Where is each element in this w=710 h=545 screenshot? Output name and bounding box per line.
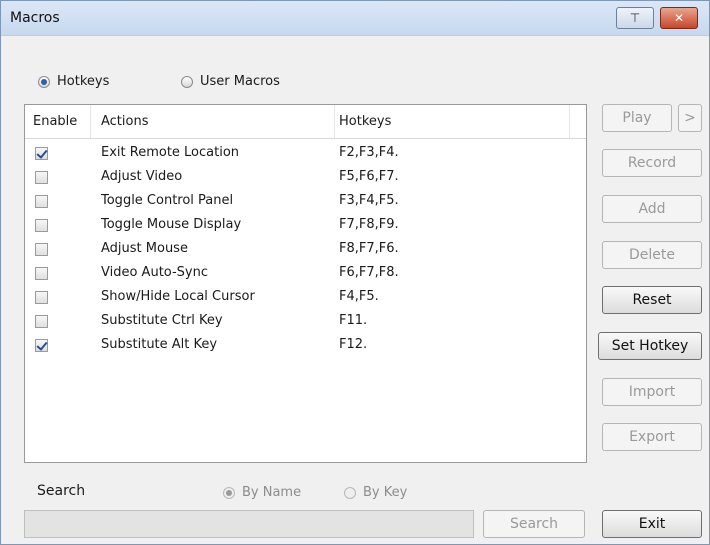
play-more-icon: > bbox=[684, 110, 696, 126]
table-row[interactable]: Adjust Mouse F8,F7,F6. bbox=[25, 239, 586, 263]
title-bar: Macros ⊤ ✕ bbox=[1, 1, 709, 36]
column-header-filler bbox=[570, 105, 586, 138]
action-name: Substitute Alt Key bbox=[101, 337, 218, 352]
hotkey-value: F5,F6,F7. bbox=[339, 169, 399, 184]
set-hotkey-button-label: Set Hotkey bbox=[611, 338, 689, 354]
action-name: Video Auto-Sync bbox=[101, 265, 209, 280]
macro-list: Enable Actions Hotkeys Exit Remote Locat… bbox=[24, 104, 587, 463]
export-button-label: Export bbox=[629, 429, 675, 445]
enable-checkbox[interactable] bbox=[35, 219, 48, 232]
import-button[interactable]: Import bbox=[602, 378, 702, 406]
hotkey-value: F4,F5. bbox=[339, 289, 379, 304]
user-macros-radio-dot[interactable] bbox=[181, 75, 193, 88]
action-name: Substitute Ctrl Key bbox=[101, 313, 223, 328]
hotkey-value: F7,F8,F9. bbox=[339, 217, 399, 232]
table-row[interactable]: Toggle Control Panel F3,F4,F5. bbox=[25, 191, 586, 215]
by-name-radio[interactable]: By Name bbox=[223, 485, 301, 500]
pin-button[interactable]: ⊤ bbox=[616, 7, 654, 29]
play-more-button[interactable]: > bbox=[678, 104, 702, 132]
enable-checkbox[interactable] bbox=[35, 267, 48, 280]
close-icon: ✕ bbox=[673, 11, 685, 25]
hotkey-value: F3,F4,F5. bbox=[339, 193, 399, 208]
import-button-label: Import bbox=[628, 384, 676, 400]
user-macros-radio-label: User Macros bbox=[200, 74, 280, 89]
column-header-actions[interactable]: Actions bbox=[91, 105, 335, 138]
hotkeys-radio-dot[interactable] bbox=[38, 75, 50, 88]
hotkey-value: F11. bbox=[339, 313, 368, 328]
set-hotkey-button[interactable]: Set Hotkey bbox=[598, 332, 702, 360]
column-header-actions-label: Actions bbox=[101, 114, 149, 129]
table-row[interactable]: Exit Remote Location F2,F3,F4. bbox=[25, 143, 586, 167]
delete-button-label: Delete bbox=[629, 247, 675, 263]
action-name: Adjust Video bbox=[101, 169, 183, 184]
reset-button-label: Reset bbox=[632, 292, 672, 308]
by-key-radio[interactable]: By Key bbox=[344, 485, 407, 500]
export-button[interactable]: Export bbox=[602, 423, 702, 451]
hotkey-value: F6,F7,F8. bbox=[339, 265, 399, 280]
column-header-hotkeys-label: Hotkeys bbox=[339, 114, 392, 129]
column-header-enable-label: Enable bbox=[33, 114, 78, 129]
search-button-label: Search bbox=[509, 516, 559, 532]
pin-icon: ⊤ bbox=[629, 11, 641, 25]
close-button[interactable]: ✕ bbox=[660, 7, 698, 29]
table-row[interactable]: Show/Hide Local Cursor F4,F5. bbox=[25, 287, 586, 311]
by-key-radio-dot[interactable] bbox=[344, 486, 356, 499]
enable-checkbox[interactable] bbox=[35, 315, 48, 328]
add-button-label: Add bbox=[638, 201, 666, 217]
enable-checkbox[interactable] bbox=[35, 339, 48, 352]
macros-window: Macros ⊤ ✕ Hotkeys User Macros Enable Ac… bbox=[0, 0, 710, 545]
record-button-label: Record bbox=[627, 155, 677, 171]
add-button[interactable]: Add bbox=[602, 195, 702, 223]
action-name: Adjust Mouse bbox=[101, 241, 188, 256]
hotkeys-radio[interactable]: Hotkeys bbox=[38, 74, 109, 89]
user-macros-radio[interactable]: User Macros bbox=[181, 74, 280, 89]
search-input[interactable] bbox=[24, 510, 474, 538]
search-label: Search bbox=[37, 483, 86, 499]
action-name: Toggle Mouse Display bbox=[101, 217, 242, 232]
table-row[interactable]: Video Auto-Sync F6,F7,F8. bbox=[25, 263, 586, 287]
column-header-hotkeys[interactable]: Hotkeys bbox=[335, 105, 570, 138]
play-button[interactable]: Play bbox=[602, 104, 672, 132]
hotkeys-radio-label: Hotkeys bbox=[57, 74, 110, 89]
hotkey-value: F8,F7,F6. bbox=[339, 241, 399, 256]
exit-button-label: Exit bbox=[638, 516, 666, 532]
action-name: Toggle Control Panel bbox=[101, 193, 234, 208]
enable-checkbox[interactable] bbox=[35, 291, 48, 304]
by-key-radio-label: By Key bbox=[363, 485, 408, 500]
hotkey-value: F2,F3,F4. bbox=[339, 145, 399, 160]
macro-rows: Exit Remote Location F2,F3,F4. Adjust Vide… bbox=[25, 143, 586, 359]
action-name: Show/Hide Local Cursor bbox=[101, 289, 255, 304]
exit-button[interactable]: Exit bbox=[602, 510, 702, 538]
delete-button[interactable]: Delete bbox=[602, 241, 702, 269]
column-header-enable[interactable]: Enable bbox=[25, 105, 91, 138]
enable-checkbox[interactable] bbox=[35, 171, 48, 184]
list-header: Enable Actions Hotkeys bbox=[25, 105, 586, 139]
window-title: Macros bbox=[10, 10, 60, 26]
enable-checkbox[interactable] bbox=[35, 147, 48, 160]
table-row[interactable]: Substitute Alt Key F12. bbox=[25, 335, 586, 359]
reset-button[interactable]: Reset bbox=[602, 286, 702, 314]
play-button-label: Play bbox=[622, 110, 652, 126]
by-name-radio-label: By Name bbox=[242, 485, 302, 500]
by-name-radio-dot[interactable] bbox=[223, 486, 235, 499]
enable-checkbox[interactable] bbox=[35, 195, 48, 208]
record-button[interactable]: Record bbox=[602, 149, 702, 177]
table-row[interactable]: Adjust Video F5,F6,F7. bbox=[25, 167, 586, 191]
search-button[interactable]: Search bbox=[483, 510, 585, 538]
enable-checkbox[interactable] bbox=[35, 243, 48, 256]
table-row[interactable]: Toggle Mouse Display F7,F8,F9. bbox=[25, 215, 586, 239]
table-row[interactable]: Substitute Ctrl Key F11. bbox=[25, 311, 586, 335]
hotkey-value: F12. bbox=[339, 337, 368, 352]
action-name: Exit Remote Location bbox=[101, 145, 240, 160]
